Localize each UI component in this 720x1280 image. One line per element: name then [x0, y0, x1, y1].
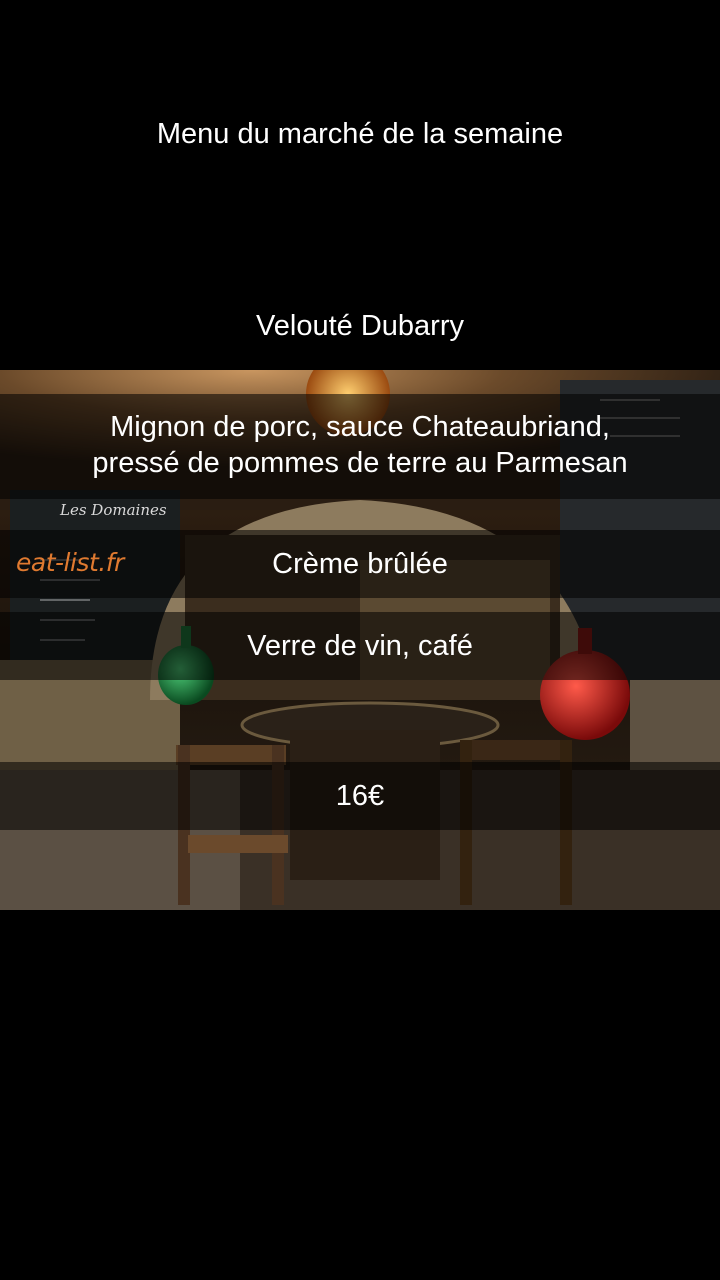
watermark-logo: eat-list.fr [16, 548, 124, 577]
main-course-line-2: pressé de pommes de terre au Parmesan [92, 447, 628, 479]
menu-title: Menu du marché de la semaine [156, 118, 564, 150]
starter-caption: Velouté Dubarry [256, 310, 464, 342]
main-course-band: Mignon de porc, sauce Chateaubriand, pre… [0, 394, 720, 499]
price-band: 16€ [0, 762, 720, 830]
chalkboard-text: Les Domaines [59, 501, 167, 519]
main-course-line-1: Mignon de porc, sauce Chateaubriand, [110, 411, 610, 443]
story-screen: Menu du marché de la semaine Velouté Dub… [0, 0, 720, 1280]
drink-band: Verre de vin, café [0, 612, 720, 680]
